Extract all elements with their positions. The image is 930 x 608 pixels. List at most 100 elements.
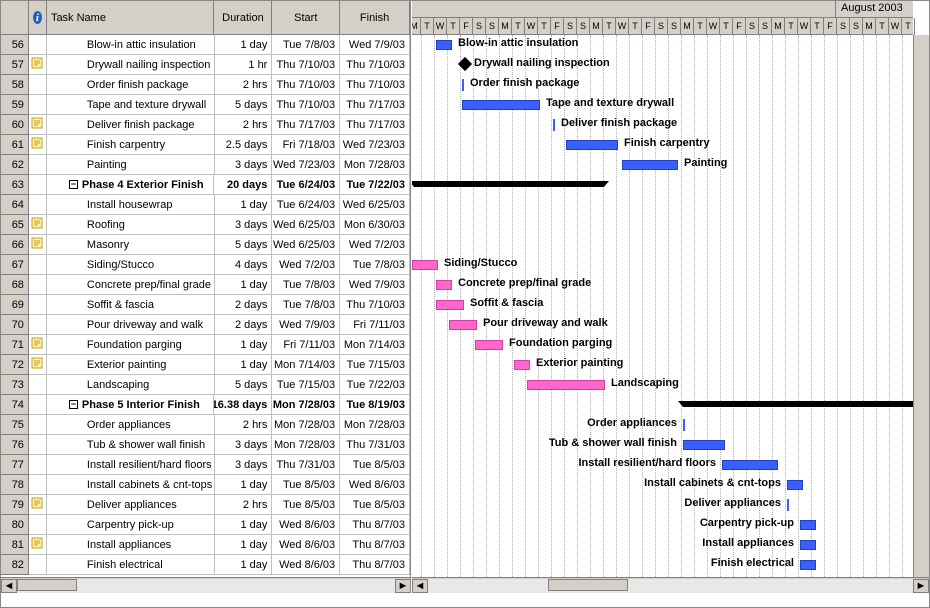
start-cell[interactable]: Thu 7/10/03 (272, 75, 340, 95)
indicator-cell[interactable] (29, 395, 47, 415)
start-cell[interactable]: Fri 7/18/03 (272, 135, 340, 155)
task-bar[interactable] (436, 40, 452, 50)
task-bar[interactable] (449, 320, 477, 330)
table-row[interactable]: 65Roofing3 daysWed 6/25/03Mon 6/30/03 (1, 215, 410, 235)
finish-cell[interactable]: Tue 8/19/03 (340, 395, 410, 415)
timescale-header[interactable]: August 2003 MTWTFSSMTWTFSSMTWTFSSMTWTFSS… (412, 1, 913, 35)
table-row[interactable]: 60Deliver finish package2 hrsThu 7/17/03… (1, 115, 410, 135)
row-number[interactable]: 61 (1, 135, 29, 155)
indicator-cell[interactable] (29, 235, 47, 255)
duration-cell[interactable]: 3 days (215, 155, 273, 175)
indicator-cell[interactable] (29, 75, 47, 95)
table-row[interactable]: 71Foundation parging1 dayFri 7/11/03Mon … (1, 335, 410, 355)
indicator-cell[interactable] (29, 315, 47, 335)
indicator-cell[interactable] (29, 215, 47, 235)
indicator-cell[interactable] (29, 295, 47, 315)
table-row[interactable]: 78Install cabinets & cnt-tops1 dayTue 8/… (1, 475, 410, 495)
start-cell[interactable]: Tue 6/24/03 (272, 195, 340, 215)
row-number[interactable]: 72 (1, 355, 29, 375)
finish-cell[interactable]: Thu 7/10/03 (340, 295, 410, 315)
indicator-cell[interactable] (29, 135, 47, 155)
task-bar[interactable] (683, 440, 725, 450)
table-row[interactable]: 66Masonry5 daysWed 6/25/03Wed 7/2/03 (1, 235, 410, 255)
short-task-bar[interactable] (462, 79, 464, 91)
scroll-left-button[interactable]: ◄ (412, 579, 428, 593)
start-cell[interactable]: Tue 7/15/03 (272, 375, 340, 395)
outline-collapse-button[interactable]: − (69, 180, 78, 189)
scroll-right-button[interactable]: ► (913, 579, 929, 593)
start-cell[interactable]: Mon 7/28/03 (272, 395, 340, 415)
table-row[interactable]: 73Landscaping5 daysTue 7/15/03Tue 7/22/0… (1, 375, 410, 395)
row-number[interactable]: 68 (1, 275, 29, 295)
row-number[interactable]: 75 (1, 415, 29, 435)
finish-cell[interactable]: Wed 7/23/03 (340, 135, 410, 155)
start-cell[interactable]: Tue 8/5/03 (272, 495, 340, 515)
short-task-bar[interactable] (553, 119, 555, 131)
task-bar[interactable] (514, 360, 530, 370)
task-bar[interactable] (622, 160, 678, 170)
task-name-cell[interactable]: Drywall nailing inspection (47, 55, 215, 75)
scroll-left-button[interactable]: ◄ (1, 579, 17, 593)
row-number[interactable]: 59 (1, 95, 29, 115)
finish-cell[interactable]: Wed 7/9/03 (340, 35, 410, 55)
note-icon[interactable] (31, 57, 43, 72)
task-name-cell[interactable]: Concrete prep/final grade (47, 275, 215, 295)
row-number[interactable]: 81 (1, 535, 29, 555)
task-name-cell[interactable]: Install appliances (47, 535, 215, 555)
start-cell[interactable]: Mon 7/14/03 (272, 355, 340, 375)
note-icon[interactable] (31, 337, 43, 352)
task-name-cell[interactable]: Tub & shower wall finish (47, 435, 215, 455)
row-number[interactable]: 65 (1, 215, 29, 235)
start-cell[interactable]: Wed 6/25/03 (272, 215, 340, 235)
table-row[interactable]: 77Install resilient/hard floors3 daysThu… (1, 455, 410, 475)
duration-cell[interactable]: 3 days (215, 435, 273, 455)
finish-cell[interactable]: Wed 7/9/03 (340, 275, 410, 295)
task-name-cell[interactable]: Roofing (47, 215, 215, 235)
task-name-cell[interactable]: Siding/Stucco (47, 255, 215, 275)
duration-cell[interactable]: 1 day (215, 515, 273, 535)
duration-cell[interactable]: 16.38 days (214, 395, 272, 415)
table-row[interactable]: 61Finish carpentry2.5 daysFri 7/18/03Wed… (1, 135, 410, 155)
task-name-cell[interactable]: Masonry (47, 235, 215, 255)
start-cell[interactable]: Wed 7/2/03 (272, 255, 340, 275)
indicator-cell[interactable] (29, 415, 47, 435)
duration-cell[interactable]: 5 days (215, 95, 273, 115)
finish-header[interactable]: Finish (340, 1, 410, 34)
table-row[interactable]: 58Order finish package2 hrsThu 7/10/03Th… (1, 75, 410, 95)
table-row[interactable]: 81Install appliances1 dayWed 8/6/03Thu 8… (1, 535, 410, 555)
table-row[interactable]: 56Blow-in attic insulation1 dayTue 7/8/0… (1, 35, 410, 55)
scroll-thumb[interactable] (548, 579, 628, 591)
summary-bar[interactable] (414, 181, 604, 187)
task-name-cell[interactable]: Install resilient/hard floors (47, 455, 215, 475)
note-icon[interactable] (31, 137, 43, 152)
short-task-bar[interactable] (683, 419, 685, 431)
indicator-cell[interactable] (29, 275, 47, 295)
vertical-scrollbar[interactable] (913, 35, 929, 577)
table-row[interactable]: 64Install housewrap1 dayTue 6/24/03Wed 6… (1, 195, 410, 215)
duration-cell[interactable]: 5 days (215, 375, 273, 395)
task-name-cell[interactable]: Exterior painting (47, 355, 215, 375)
finish-cell[interactable]: Fri 7/11/03 (340, 315, 410, 335)
finish-cell[interactable]: Thu 8/7/03 (340, 515, 410, 535)
info-column-header[interactable]: i (29, 1, 47, 34)
row-number[interactable]: 71 (1, 335, 29, 355)
table-row[interactable]: 68Concrete prep/final grade1 dayTue 7/8/… (1, 275, 410, 295)
note-icon[interactable] (31, 237, 43, 252)
duration-cell[interactable]: 1 day (215, 335, 273, 355)
duration-cell[interactable]: 1 day (215, 535, 273, 555)
task-bar[interactable] (800, 560, 816, 570)
finish-cell[interactable]: Mon 7/14/03 (340, 335, 410, 355)
gantt-chart-area[interactable]: Blow-in attic insulationDrywall nailing … (412, 35, 913, 593)
short-task-bar[interactable] (787, 499, 789, 511)
start-cell[interactable]: Thu 7/31/03 (272, 455, 340, 475)
duration-cell[interactable]: 5 days (215, 235, 273, 255)
outline-collapse-button[interactable]: − (69, 400, 78, 409)
duration-cell[interactable]: 2 hrs (215, 75, 273, 95)
finish-cell[interactable]: Mon 6/30/03 (340, 215, 410, 235)
finish-cell[interactable]: Thu 8/7/03 (340, 535, 410, 555)
duration-cell[interactable]: 2 days (215, 315, 273, 335)
row-number[interactable]: 69 (1, 295, 29, 315)
task-name-cell[interactable]: Finish electrical (47, 555, 215, 575)
indicator-cell[interactable] (29, 195, 47, 215)
duration-cell[interactable]: 1 day (215, 355, 273, 375)
